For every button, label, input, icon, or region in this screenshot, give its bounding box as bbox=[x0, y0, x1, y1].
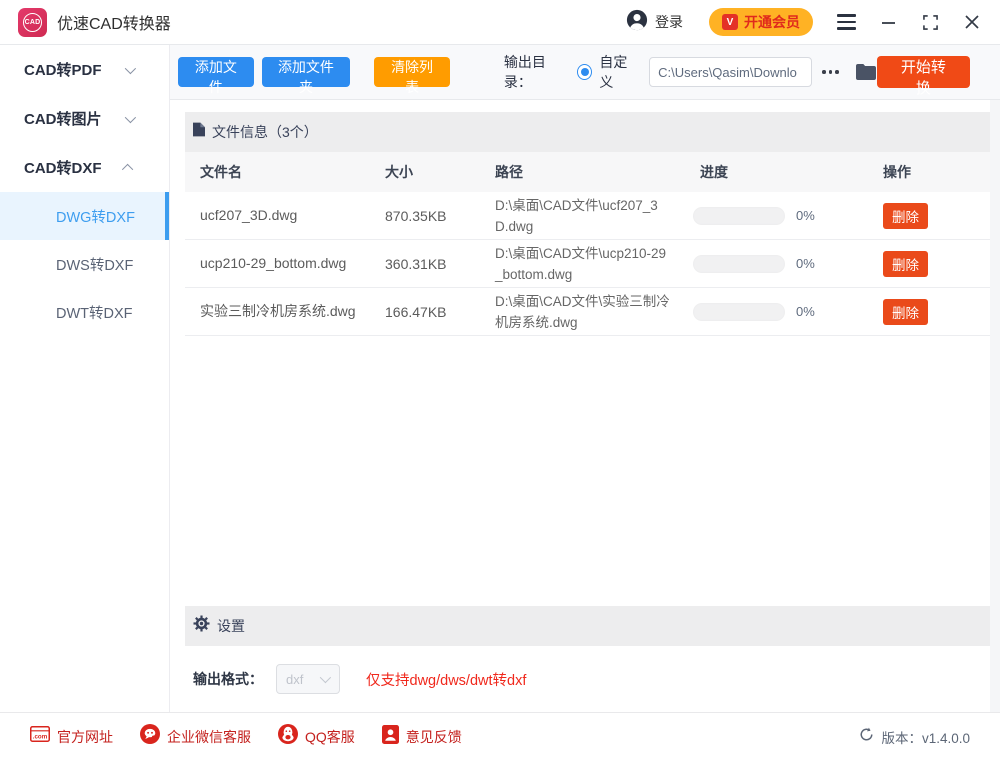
table-row: 实验三制冷机房系统.dwg 166.47KB D:\桌面\CAD文件\实验三制冷… bbox=[185, 288, 990, 336]
empty-area bbox=[185, 336, 990, 606]
output-path-input[interactable] bbox=[649, 57, 812, 87]
wechat-icon bbox=[140, 724, 160, 749]
app-window: CAD 优速CAD转换器 登录 V 开通会员 CAD转PDF bbox=[0, 0, 1000, 760]
document-icon bbox=[193, 122, 205, 142]
add-file-button[interactable]: 添加文件 bbox=[178, 57, 254, 87]
table-header: 文件名 大小 路径 进度 操作 bbox=[185, 152, 990, 192]
toolbar: 添加文件 添加文件夹 清除列表 输出目录： 自定义 开始转换 bbox=[170, 45, 1000, 100]
maximize-button[interactable] bbox=[920, 12, 940, 32]
format-select[interactable]: dxf bbox=[276, 664, 340, 694]
version-info: 版本：v1.4.0.0 bbox=[859, 727, 970, 747]
progress-bar bbox=[693, 303, 785, 321]
qq-icon bbox=[278, 724, 298, 749]
delete-button[interactable]: 删除 bbox=[883, 203, 928, 229]
file-name: ucp210-29_bottom.dwg bbox=[185, 254, 385, 273]
footer: .com 官方网址 企业微信客服 QQ客服 意见反馈 版本：v1.4.0.0 bbox=[0, 712, 1000, 760]
file-size: 870.35KB bbox=[385, 208, 495, 224]
close-button[interactable] bbox=[962, 12, 982, 32]
progress-percent: 0% bbox=[796, 256, 815, 271]
sidebar-group-cad-to-image[interactable]: CAD转图片 bbox=[0, 94, 169, 143]
delete-button[interactable]: 删除 bbox=[883, 299, 928, 325]
file-path: D:\桌面\CAD文件\ucf207_3D.dwg bbox=[495, 195, 693, 237]
sidebar-item-dwt-to-dxf[interactable]: DWT转DXF bbox=[0, 288, 169, 336]
website-icon: .com bbox=[30, 726, 50, 747]
progress-bar bbox=[693, 255, 785, 273]
chevron-down-icon bbox=[125, 111, 136, 122]
gear-icon bbox=[193, 615, 210, 637]
login-label: 登录 bbox=[655, 12, 683, 32]
sidebar-item-dws-to-dxf[interactable]: DWS转DXF bbox=[0, 240, 169, 288]
file-info-title: 文件信息（3个） bbox=[212, 122, 318, 142]
delete-button[interactable]: 删除 bbox=[883, 251, 928, 277]
app-logo-icon: CAD bbox=[18, 8, 47, 37]
start-convert-button[interactable]: 开始转换 bbox=[877, 56, 970, 88]
progress-bar bbox=[693, 207, 785, 225]
wechat-service-link[interactable]: 企业微信客服 bbox=[140, 724, 251, 749]
vip-icon: V bbox=[722, 14, 738, 30]
app-title: 优速CAD转换器 bbox=[57, 10, 171, 34]
format-hint: 仅支持dwg/dws/dwt转dxf bbox=[366, 669, 526, 690]
sidebar-group-cad-to-dxf[interactable]: CAD转DXF bbox=[0, 143, 169, 192]
progress-percent: 0% bbox=[796, 304, 815, 319]
sidebar-item-dwg-to-dxf[interactable]: DWG转DXF bbox=[0, 192, 169, 240]
minimize-button[interactable] bbox=[878, 12, 898, 32]
vip-button[interactable]: V 开通会员 bbox=[709, 8, 813, 36]
file-path: D:\桌面\CAD文件\ucp210-29_bottom.dwg bbox=[495, 243, 693, 285]
clear-list-button[interactable]: 清除列表 bbox=[374, 57, 450, 87]
right-gutter bbox=[990, 100, 1000, 712]
table-row: ucp210-29_bottom.dwg 360.31KB D:\桌面\CAD文… bbox=[185, 240, 990, 288]
titlebar: CAD 优速CAD转换器 登录 V 开通会员 bbox=[0, 0, 1000, 45]
file-name: 实验三制冷机房系统.dwg bbox=[185, 302, 385, 321]
output-format-row: 输出格式： dxf 仅支持dwg/dws/dwt转dxf bbox=[185, 646, 990, 712]
qq-service-link[interactable]: QQ客服 bbox=[278, 724, 355, 749]
file-info-bar: 文件信息（3个） bbox=[185, 112, 990, 152]
svg-text:.com: .com bbox=[33, 734, 48, 741]
custom-dir-label: 自定义 bbox=[599, 52, 638, 92]
settings-title: 设置 bbox=[217, 616, 245, 636]
update-icon bbox=[859, 727, 874, 747]
file-path: D:\桌面\CAD文件\实验三制冷机房系统.dwg bbox=[495, 291, 693, 333]
output-dir-label: 输出目录： bbox=[504, 52, 569, 92]
progress-cell: 0% bbox=[693, 255, 883, 273]
chevron-down-icon bbox=[125, 62, 136, 73]
settings-bar: 设置 bbox=[185, 606, 990, 646]
output-format-label: 输出格式： bbox=[193, 669, 263, 689]
sidebar: CAD转PDF CAD转图片 CAD转DXF DWG转DXF DWS转DXF D… bbox=[0, 45, 170, 712]
file-name: ucf207_3D.dwg bbox=[185, 206, 385, 225]
browse-more-button[interactable] bbox=[820, 64, 841, 80]
chevron-up-icon bbox=[122, 163, 133, 174]
chevron-down-icon bbox=[320, 672, 331, 683]
official-website-link[interactable]: .com 官方网址 bbox=[30, 726, 113, 747]
custom-dir-radio[interactable] bbox=[577, 64, 592, 80]
feedback-icon bbox=[382, 725, 399, 749]
progress-cell: 0% bbox=[693, 303, 883, 321]
progress-cell: 0% bbox=[693, 207, 883, 225]
menu-icon[interactable] bbox=[837, 14, 856, 29]
login-button[interactable]: 登录 bbox=[626, 9, 683, 36]
add-folder-button[interactable]: 添加文件夹 bbox=[262, 57, 351, 87]
open-folder-icon[interactable] bbox=[855, 63, 877, 81]
version-label: 版本：v1.4.0.0 bbox=[881, 727, 970, 747]
feedback-link[interactable]: 意见反馈 bbox=[382, 725, 462, 749]
table-row: ucf207_3D.dwg 870.35KB D:\桌面\CAD文件\ucf20… bbox=[185, 192, 990, 240]
progress-percent: 0% bbox=[796, 208, 815, 223]
vip-label: 开通会员 bbox=[744, 12, 800, 32]
sidebar-group-cad-to-pdf[interactable]: CAD转PDF bbox=[0, 45, 169, 94]
user-icon bbox=[626, 9, 648, 36]
file-size: 166.47KB bbox=[385, 304, 495, 320]
file-size: 360.31KB bbox=[385, 256, 495, 272]
